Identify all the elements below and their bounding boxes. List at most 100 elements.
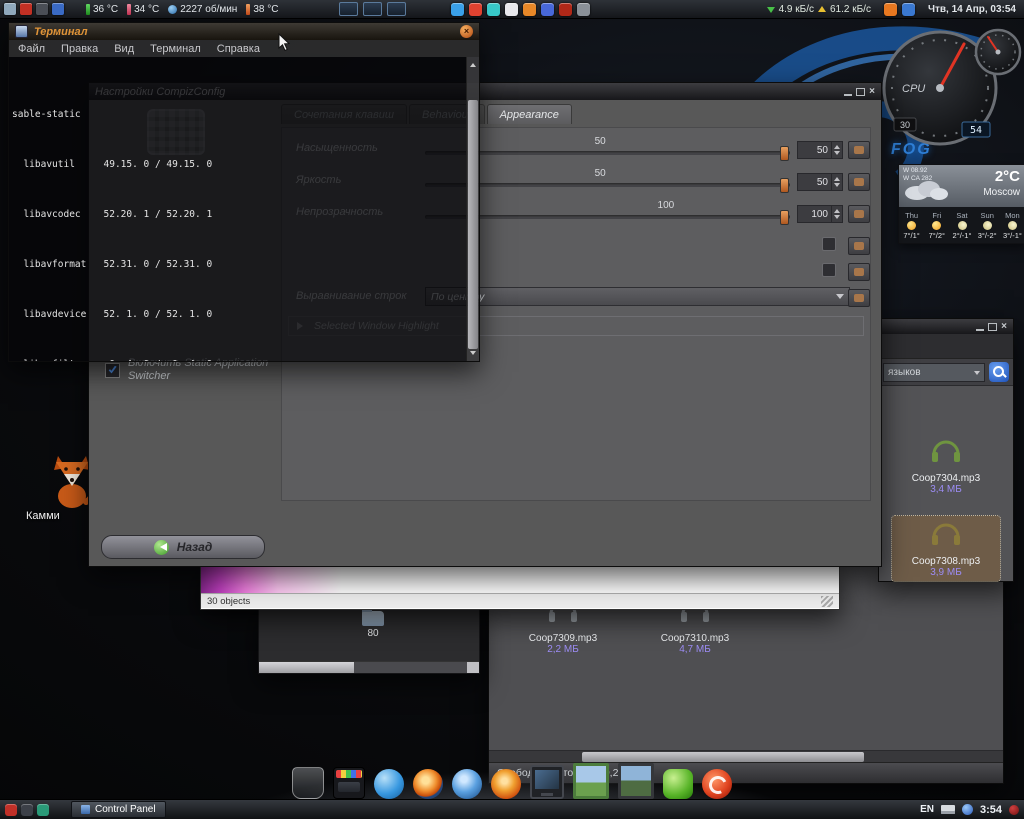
window-titlebar[interactable]: Терминал × bbox=[9, 23, 479, 40]
reset-button[interactable] bbox=[848, 289, 870, 307]
tab[interactable]: Appearance bbox=[486, 104, 572, 124]
tray-icon-red[interactable] bbox=[469, 2, 483, 16]
taskbar-window[interactable] bbox=[387, 2, 407, 16]
back-button-label: Назад bbox=[176, 540, 213, 554]
photo-icon[interactable] bbox=[573, 763, 609, 799]
monitor-icon[interactable] bbox=[530, 765, 564, 799]
menu-item[interactable]: Терминал bbox=[150, 43, 201, 55]
menu-item[interactable]: Правка bbox=[61, 43, 98, 55]
pager-icon[interactable] bbox=[52, 3, 64, 15]
taskbar-button-control-panel[interactable]: Control Panel bbox=[71, 801, 166, 818]
search-button[interactable] bbox=[989, 362, 1009, 382]
spinbox[interactable]: 50 bbox=[797, 173, 843, 191]
sensor-reading: 34 °C bbox=[127, 3, 159, 15]
terminal-output[interactable]: sable-static libavutil 49.15. 0 / 49.15.… bbox=[9, 57, 467, 361]
minimize-button[interactable] bbox=[976, 322, 985, 331]
scrollbar-thumb[interactable] bbox=[259, 662, 354, 673]
close-button[interactable]: × bbox=[1001, 321, 1007, 332]
file-item[interactable]: Coop7304.mp3 3,4 МБ bbox=[892, 433, 1000, 498]
screen-icon[interactable] bbox=[4, 3, 16, 15]
bottom-panel: Control Panel EN 3:54 bbox=[0, 799, 1024, 819]
objects-window[interactable]: 30 objects bbox=[200, 565, 840, 610]
close-button[interactable]: × bbox=[460, 25, 473, 38]
folder-window[interactable]: 80 bbox=[258, 604, 480, 674]
cpu-gauge-widget[interactable]: CPU 54 30 bbox=[876, 26, 1024, 148]
maximize-button[interactable] bbox=[988, 322, 998, 331]
thunderbird-icon[interactable] bbox=[452, 769, 482, 799]
bluebird-icon[interactable] bbox=[374, 769, 404, 799]
power-icon[interactable] bbox=[1009, 804, 1019, 815]
firefox-icon[interactable] bbox=[413, 769, 443, 799]
close-button[interactable]: × bbox=[869, 86, 875, 97]
menu-item[interactable]: Файл bbox=[18, 43, 45, 55]
folder-item[interactable]: 80 bbox=[351, 608, 395, 639]
file-item[interactable]: Coop7308.mp3 3,9 МБ bbox=[891, 515, 1001, 582]
clapper-icon[interactable] bbox=[333, 767, 365, 799]
weather-widget[interactable]: W 08.92 W CA 282 2°C Moscow Thu 7°/1° Fr… bbox=[898, 164, 1024, 244]
tray-icon-indigo[interactable] bbox=[541, 2, 555, 16]
taskbar-window[interactable] bbox=[363, 2, 383, 16]
scrollbar-thumb[interactable] bbox=[468, 99, 478, 349]
tray-icon-orange[interactable] bbox=[523, 2, 537, 16]
launcher-dark-icon[interactable] bbox=[21, 803, 33, 816]
frame-icon[interactable] bbox=[618, 763, 654, 799]
taskbar-window[interactable] bbox=[339, 2, 359, 16]
network-monitor: 4.9 кБ/с 61.2 кБ/с bbox=[766, 2, 871, 17]
forecast-day-name: Sat bbox=[956, 210, 968, 220]
taskbar-clock[interactable]: 3:54 bbox=[980, 804, 1002, 816]
slider-handle[interactable] bbox=[780, 178, 789, 193]
glass-icon[interactable] bbox=[292, 767, 324, 799]
notification-icon[interactable] bbox=[961, 804, 973, 815]
chip-icon[interactable] bbox=[36, 3, 48, 15]
reset-button[interactable] bbox=[848, 263, 870, 281]
keyboard-icon[interactable] bbox=[940, 805, 955, 814]
spinbox[interactable]: 50 bbox=[797, 141, 843, 159]
spinbox-arrows[interactable] bbox=[831, 141, 842, 159]
sensor-icon bbox=[127, 3, 132, 15]
browser-icon[interactable] bbox=[491, 769, 521, 799]
checkbox[interactable] bbox=[822, 263, 836, 277]
reset-button[interactable] bbox=[848, 237, 870, 255]
tray-icon-cyan[interactable] bbox=[487, 2, 501, 16]
scrollbar-arrow[interactable] bbox=[467, 662, 479, 673]
slider-handle[interactable] bbox=[780, 210, 789, 225]
tray-icon-gray[interactable] bbox=[577, 2, 591, 16]
maximize-button[interactable] bbox=[856, 87, 866, 96]
music-folder-window[interactable]: × языков Coop7304.mp3 3,4 МБ Coop7308.mp… bbox=[878, 318, 1014, 582]
checkbox[interactable] bbox=[822, 237, 836, 251]
back-button[interactable]: Назад bbox=[101, 535, 265, 559]
vertical-scrollbar[interactable] bbox=[466, 57, 479, 361]
red-swirl-icon[interactable] bbox=[702, 769, 732, 799]
terminal-window[interactable]: Терминал × Файл Правка Вид Терминал Спра… bbox=[8, 22, 480, 362]
reset-button[interactable] bbox=[848, 173, 870, 191]
resize-grip[interactable] bbox=[821, 595, 833, 607]
enable-plugin-checkbox[interactable] bbox=[105, 362, 120, 378]
green-app-icon[interactable] bbox=[663, 769, 693, 799]
tray-icon-white[interactable] bbox=[505, 2, 519, 16]
reset-button[interactable] bbox=[848, 141, 870, 159]
keyboard-layout-indicator[interactable]: EN bbox=[920, 804, 934, 815]
terminal-line: libavdevice 52. 1. 0 / 52. 1. 0 bbox=[12, 309, 213, 320]
window-titlebar[interactable]: × bbox=[879, 319, 1013, 334]
horizontal-scrollbar[interactable] bbox=[259, 661, 479, 673]
minimize-button[interactable] bbox=[844, 87, 853, 96]
menu-item[interactable]: Вид bbox=[114, 43, 134, 55]
spinbox-arrows[interactable] bbox=[831, 173, 842, 191]
spinbox[interactable]: 100 bbox=[797, 205, 843, 223]
firefox-tray-icon[interactable] bbox=[883, 2, 897, 16]
forecast-day: Sun 3°/-2° bbox=[975, 207, 1000, 243]
spinbox-arrows[interactable] bbox=[831, 205, 842, 223]
alignment-dropdown[interactable]: По центру bbox=[425, 287, 850, 306]
volume-tray-icon[interactable] bbox=[901, 2, 915, 16]
launcher-teal-icon[interactable] bbox=[37, 803, 49, 816]
tray-icon-darkred[interactable] bbox=[559, 2, 573, 16]
hat-icon[interactable] bbox=[20, 3, 32, 15]
menu-item[interactable]: Справка bbox=[217, 43, 260, 55]
reset-button[interactable] bbox=[848, 205, 870, 223]
location-dropdown[interactable]: языков bbox=[883, 362, 985, 382]
scrollbar-thumb[interactable] bbox=[581, 752, 865, 762]
launcher-red-icon[interactable] bbox=[5, 803, 17, 816]
slider-handle[interactable] bbox=[780, 146, 789, 161]
tray-icon-blue[interactable] bbox=[451, 2, 465, 16]
panel-clock[interactable]: Чтв, 14 Апр, 03:54 bbox=[928, 4, 1016, 15]
